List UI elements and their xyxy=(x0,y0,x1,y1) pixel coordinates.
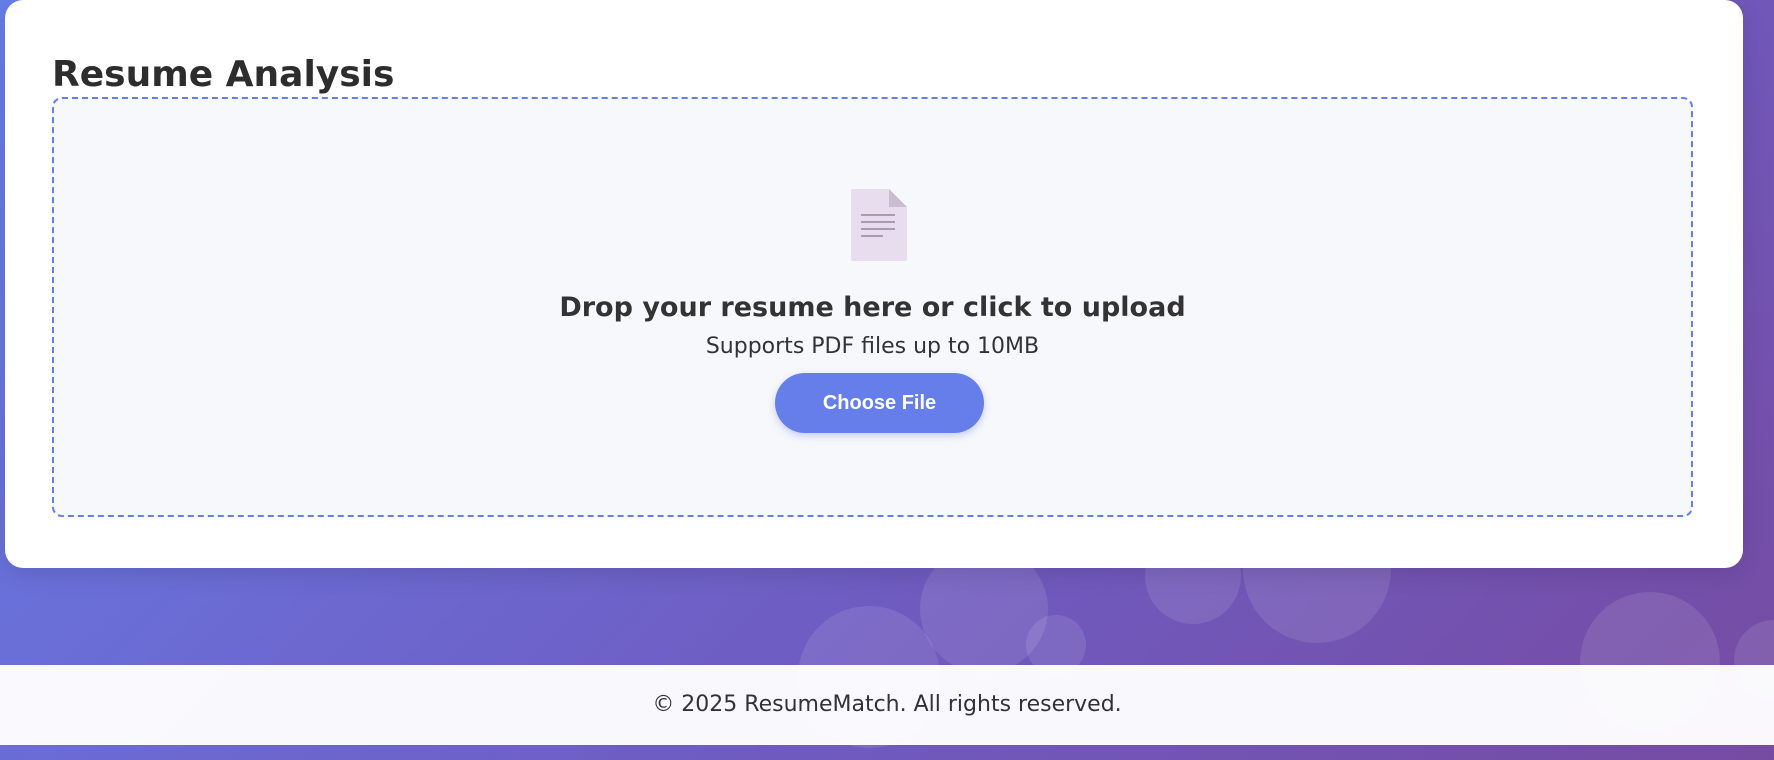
choose-file-button[interactable]: Choose File xyxy=(775,373,984,433)
analysis-card: Resume Analysis Drop your resume here or… xyxy=(5,0,1743,568)
footer: © 2025 ResumeMatch. All rights reserved. xyxy=(0,665,1774,745)
dropzone-hint: Supports PDF files up to 10MB xyxy=(705,334,1040,359)
footer-copyright: © 2025 ResumeMatch. All rights reserved. xyxy=(652,692,1122,717)
page-title: Resume Analysis xyxy=(52,54,395,95)
resume-dropzone[interactable]: Drop your resume here or click to upload… xyxy=(52,97,1693,517)
document-icon xyxy=(851,189,907,261)
dropzone-prompt: Drop your resume here or click to upload xyxy=(559,292,1186,323)
